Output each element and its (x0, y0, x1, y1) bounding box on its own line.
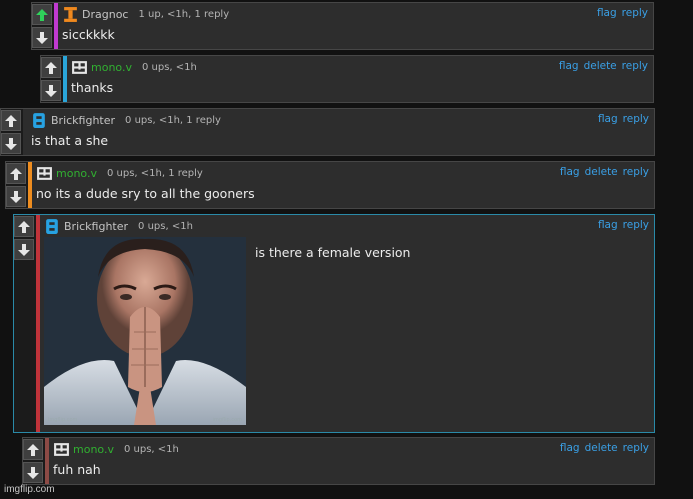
username-link[interactable]: mono.v (91, 61, 132, 74)
flag-link[interactable]: flag (597, 7, 617, 19)
down-arrow-icon (5, 137, 17, 150)
up-arrow-icon (45, 61, 57, 74)
comment-meta: 0 ups, <1h, 1 reply (106, 167, 203, 179)
comment: Brickfighter 0 ups, <1h, 1 reply flag reply… (0, 108, 655, 156)
user-avatar-icon[interactable] (71, 59, 91, 76)
comment-meta: 0 ups, <1h (141, 61, 197, 73)
username-link[interactable]: mono.v (73, 443, 114, 456)
comment-header: mono.v 0 ups, <1h (53, 441, 648, 457)
user-avatar-icon[interactable] (44, 218, 64, 235)
upvote-button[interactable] (14, 216, 34, 237)
vote-column (1, 109, 23, 155)
vote-column (14, 215, 36, 432)
flag-link[interactable]: flag (598, 219, 618, 231)
downvote-button[interactable] (14, 239, 34, 260)
flag-link[interactable]: flag (598, 113, 618, 125)
vote-column (23, 438, 45, 484)
comment: mono.v 0 ups, <1h flag delete reply fuh nah (22, 437, 655, 485)
comment-text: is there a female version (255, 245, 411, 260)
reply-link[interactable]: reply (623, 166, 649, 178)
up-arrow-icon (10, 167, 22, 180)
downvote-button[interactable] (6, 186, 26, 207)
comment-text: sicckkkk (62, 27, 115, 42)
username-link[interactable]: mono.v (56, 167, 97, 180)
comment-body: Dragnoc 1 up, <1h, 1 reply flag reply sicckk… (58, 3, 653, 49)
username-link[interactable]: Dragnoc (82, 8, 128, 21)
user-avatar-icon[interactable] (31, 112, 51, 129)
up-arrow-icon (36, 8, 48, 21)
downvote-button[interactable] (41, 80, 61, 101)
down-arrow-icon (10, 190, 22, 203)
flag-link[interactable]: flag (560, 166, 580, 178)
up-arrow-icon (5, 114, 17, 127)
comment: mono.v 0 ups, <1h, 1 reply flag delete reply… (5, 161, 655, 209)
comment-meta: 0 ups, <1h (123, 443, 179, 455)
upvote-button[interactable] (32, 4, 52, 25)
comment-header: Dragnoc 1 up, <1h, 1 reply (62, 6, 647, 22)
upvote-button[interactable] (41, 57, 61, 78)
comment-image-row: imgflip.com imgflip.com is there a female … (44, 237, 648, 425)
comment-meta: 0 ups, <1h (138, 220, 193, 232)
reply-link[interactable]: reply (623, 219, 649, 231)
comment-body: Brickfighter 0 ups, <1h flag reply imgflip.c… (40, 215, 654, 432)
comment-body: Brickfighter 0 ups, <1h, 1 reply flag reply… (27, 109, 654, 155)
down-arrow-icon (18, 243, 30, 256)
user-avatar-icon[interactable] (36, 165, 56, 182)
comment-actions: flag delete reply (560, 442, 649, 454)
user-avatar-icon[interactable] (53, 441, 73, 458)
comment-meta: 1 up, <1h, 1 reply (138, 8, 230, 20)
downvote-button[interactable] (1, 133, 21, 154)
down-arrow-icon (27, 466, 39, 479)
down-arrow-icon (45, 84, 57, 97)
delete-link[interactable]: delete (585, 442, 618, 454)
downvote-button[interactable] (32, 27, 52, 48)
comment-body: mono.v 0 ups, <1h flag delete reply thanks (67, 56, 653, 102)
reply-link[interactable]: reply (623, 442, 649, 454)
comment-text: fuh nah (53, 462, 101, 477)
comment-actions: flag delete reply (559, 60, 648, 72)
comment: Brickfighter 0 ups, <1h flag reply imgflip.c… (13, 214, 655, 433)
delete-link[interactable]: delete (585, 166, 618, 178)
reply-link[interactable]: reply (622, 7, 648, 19)
user-avatar-icon[interactable] (62, 6, 82, 23)
comment-actions: flag delete reply (560, 166, 649, 178)
comment-text: is that a she (31, 133, 109, 148)
comment: Dragnoc 1 up, <1h, 1 reply flag reply sicckk… (31, 2, 654, 50)
comment-header: mono.v 0 ups, <1h, 1 reply (36, 165, 648, 181)
comment-actions: flag reply (598, 219, 649, 231)
comment-image[interactable]: imgflip.com imgflip.com (44, 237, 246, 425)
comment: mono.v 0 ups, <1h flag delete reply thanks (40, 55, 654, 103)
image-watermark-right: imgflip.com (212, 417, 242, 423)
comment-actions: flag reply (597, 7, 648, 19)
username-link[interactable]: Brickfighter (64, 220, 128, 233)
reply-link[interactable]: reply (622, 60, 648, 72)
up-arrow-icon (18, 220, 30, 233)
comment-header: Brickfighter 0 ups, <1h (44, 218, 648, 234)
down-arrow-icon (36, 31, 48, 44)
comment-text: no its a dude sry to all the gooners (36, 186, 255, 201)
vote-column (41, 56, 63, 102)
comment-text: thanks (71, 80, 114, 95)
comment-actions: flag reply (598, 113, 649, 125)
upvote-button[interactable] (6, 163, 26, 184)
vote-column (6, 162, 28, 208)
comment-meta: 0 ups, <1h, 1 reply (125, 114, 221, 126)
username-link[interactable]: Brickfighter (51, 114, 115, 127)
up-arrow-icon (27, 443, 39, 456)
comment-header: Brickfighter 0 ups, <1h, 1 reply (31, 112, 648, 128)
upvote-button[interactable] (1, 110, 21, 131)
upvote-button[interactable] (23, 439, 43, 460)
comment-body: mono.v 0 ups, <1h, 1 reply flag delete reply… (32, 162, 654, 208)
image-watermark: imgflip.com (48, 417, 78, 423)
flag-link[interactable]: flag (559, 60, 579, 72)
comment-body: mono.v 0 ups, <1h flag delete reply fuh nah (49, 438, 654, 484)
reply-link[interactable]: reply (623, 113, 649, 125)
delete-link[interactable]: delete (584, 60, 617, 72)
vote-column (32, 3, 54, 49)
flag-link[interactable]: flag (560, 442, 580, 454)
downvote-button[interactable] (23, 462, 43, 483)
imgflip-watermark: imgflip.com (4, 484, 55, 495)
